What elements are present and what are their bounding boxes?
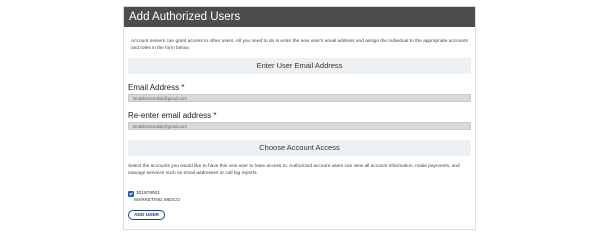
required-marker: * (213, 111, 217, 120)
panel-title: Add Authorized Users (124, 7, 475, 27)
email-label-text: Email Address (128, 83, 180, 92)
email-label: Email Address * (128, 83, 475, 92)
email-section-title: Enter User Email Address (128, 58, 471, 74)
email-field[interactable] (128, 94, 471, 102)
account-name: MARKETING MIDCO (134, 198, 180, 203)
add-authorized-users-panel: Add Authorized Users Account owners can … (123, 6, 476, 230)
confirm-email-label-text: Re-enter email address (128, 111, 212, 120)
add-user-button[interactable]: ADD USER (128, 210, 165, 220)
account-checkbox[interactable] (128, 191, 134, 197)
required-marker: * (181, 83, 185, 92)
account-row: 301979501 (128, 191, 475, 197)
access-help-text: Select the accounts you would like to ha… (128, 164, 460, 176)
confirm-email-field[interactable] (128, 122, 471, 130)
intro-text: Account owners can grant access to other… (131, 39, 468, 51)
access-section-title: Choose Account Access (128, 140, 471, 156)
account-number: 301979501 (136, 191, 161, 196)
confirm-email-label: Re-enter email address * (128, 111, 475, 120)
